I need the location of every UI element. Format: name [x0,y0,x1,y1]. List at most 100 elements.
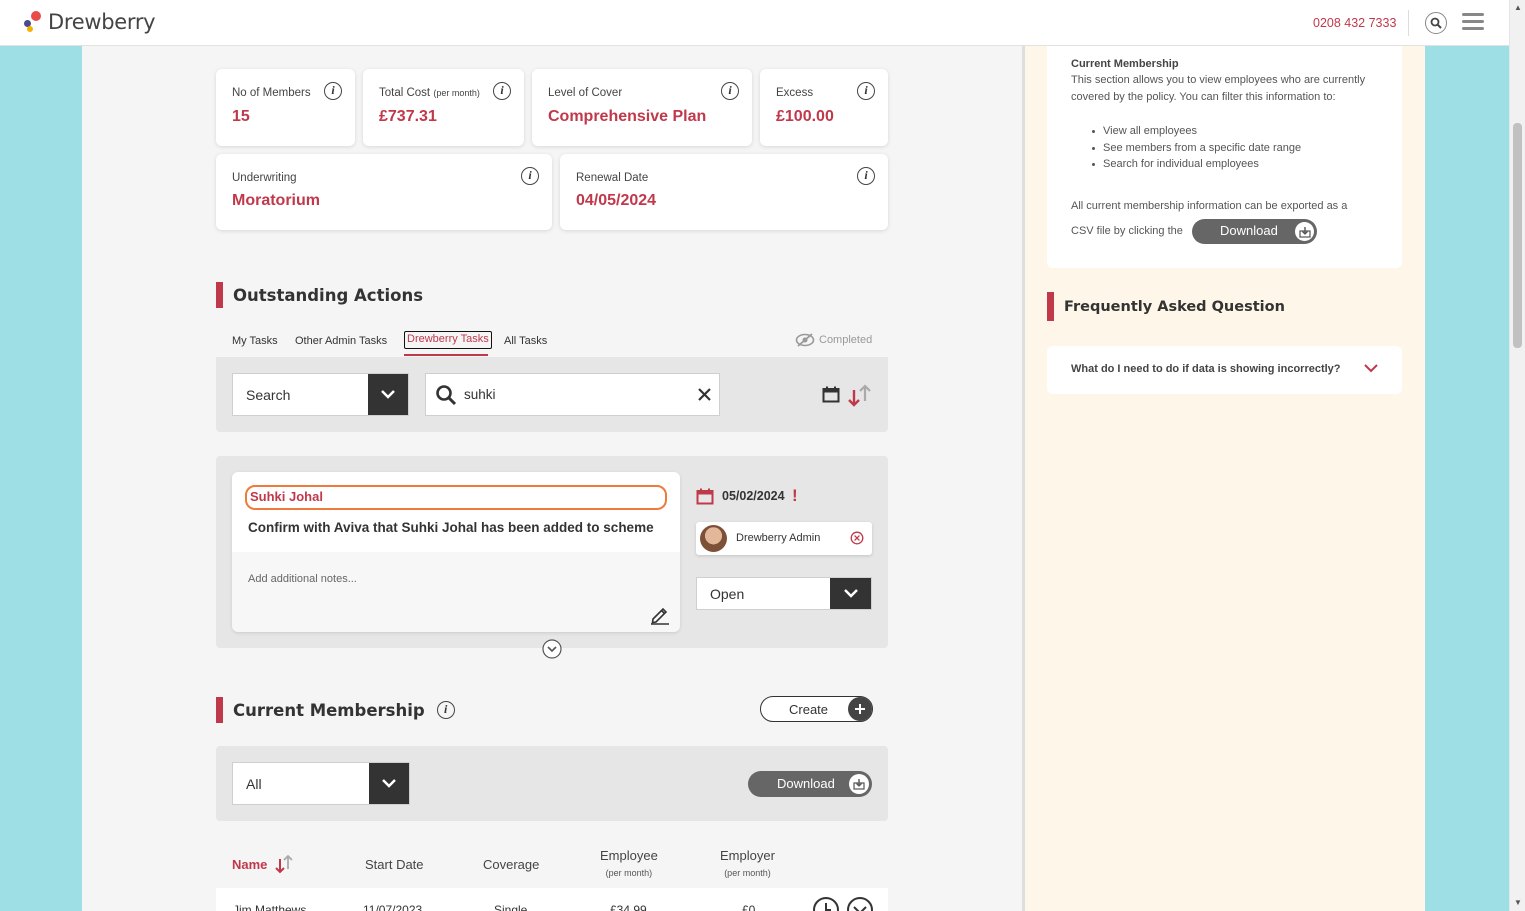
stat-value: £100.00 [776,108,834,125]
stat-value: Moratorium [232,192,320,209]
completed-toggle[interactable]: Completed [795,333,872,347]
edit-pencil-icon[interactable] [650,605,670,625]
tab-all-tasks[interactable]: All Tasks [504,333,547,355]
task-card[interactable]: Suhki Johal Confirm with Aviva that Suhk… [232,472,680,632]
scrollbar-thumb[interactable] [1513,123,1522,348]
info-icon[interactable]: i [324,82,342,100]
stat-value: 04/05/2024 [576,192,657,209]
faq-item[interactable]: What do I need to do if data is showing … [1047,346,1402,394]
member-employee-cost: £34.99 [610,903,647,911]
stat-label: Excess [776,87,814,99]
faq-question: What do I need to do if data is showing … [1071,363,1341,375]
stat-card-underwriting: Underwriting Moratorium i [216,154,552,230]
table-row[interactable] [216,888,888,911]
help-export-text: All current membership information can b… [1071,200,1348,212]
plus-icon [848,697,872,721]
stat-label: No of Members [232,87,311,99]
chevron-down-icon [368,374,408,415]
column-header-start-date[interactable]: Start Date [365,857,424,872]
column-header-employee[interactable]: Employee (per month) [600,848,658,878]
create-member-button[interactable]: Create [760,696,873,722]
tab-my-tasks[interactable]: My Tasks [232,333,278,355]
info-icon[interactable]: i [857,167,875,185]
brand-logo[interactable]: Drewberry [24,10,156,34]
download-label: Download [777,776,835,791]
info-icon[interactable]: i [857,82,875,100]
column-header-coverage[interactable]: Coverage [483,857,539,872]
calendar-icon [696,488,714,505]
scroll-down-icon[interactable]: ▼ [1514,898,1522,907]
task-search-input[interactable]: suhki [425,373,720,416]
sort-direction-icon[interactable] [846,383,872,409]
sort-direction-icon[interactable] [274,854,294,874]
sidebar-download-button[interactable]: Download [1192,219,1317,244]
task-due-date: 05/02/2024 [722,489,785,503]
download-icon [849,774,869,794]
scroll-up-icon[interactable]: ▲ [1514,3,1522,12]
per-month-note: (per month) [724,868,771,878]
brand-name: Drewberry [48,10,156,34]
clear-icon [698,388,711,401]
membership-filter-select[interactable]: All [232,762,410,805]
tab-drewberry-tasks[interactable]: Drewberry Tasks [404,331,492,349]
stat-card-members: No of Members 15 i [216,69,355,146]
stat-label: Underwriting [232,172,297,184]
assignee-name: Drewberry Admin [736,532,821,544]
member-employer-cost: £0 [742,903,756,911]
logo-icon [24,11,46,33]
task-notes-placeholder[interactable]: Add additional notes... [248,573,357,585]
info-icon[interactable]: i [436,701,455,719]
stat-card-renewal: Renewal Date 04/05/2024 i [560,154,888,230]
column-header-name[interactable]: Name [232,857,267,872]
hamburger-menu-icon[interactable] [1462,13,1484,33]
member-name: Jim Matthews [233,903,307,911]
heading-accent-bar [1047,292,1054,321]
overdue-alert-icon: ! [792,486,798,505]
help-intro: This section allows you to view employee… [1071,74,1366,103]
info-icon[interactable]: i [521,167,539,185]
heading-accent-bar [216,697,223,723]
task-assignee[interactable]: Drewberry Admin [696,522,872,555]
phone-number[interactable]: 0208 432 7333 [1313,16,1396,30]
top-header: Drewberry 0208 432 7333 [0,0,1509,46]
heading-accent-bar [216,282,223,308]
tab-other-admin-tasks[interactable]: Other Admin Tasks [295,333,387,355]
select-value: Open [710,586,745,602]
task-card-header [232,472,680,552]
chevron-down-icon [830,578,871,609]
select-value: All [246,776,262,792]
stat-value: 15 [232,108,250,125]
expand-row-icon[interactable] [846,896,874,911]
column-header-employer[interactable]: Employer (per month) [720,848,775,878]
faq-heading: Frequently Asked Question [1047,292,1285,321]
info-icon[interactable]: i [721,82,739,100]
outstanding-actions-heading: Outstanding Actions [216,282,423,308]
stat-label: Level of Cover [548,87,623,99]
stat-label: Total Cost (per month) [379,87,480,99]
search-field-select[interactable]: Search [232,373,409,416]
member-coverage: Single [494,903,528,911]
help-export-text-2: CSV file by clicking the [1071,225,1183,237]
download-button[interactable]: Download [748,771,872,797]
task-member-name[interactable]: Suhki Johal [245,485,667,510]
list-item: View all employees [1092,123,1301,140]
avatar [700,525,727,552]
member-start-date: 11/07/2023 [363,903,423,911]
section-title: Outstanding Actions [233,285,424,305]
list-item: See members from a specific date range [1092,140,1301,157]
info-icon[interactable]: i [493,82,511,100]
chevron-down-icon [1364,364,1378,373]
help-bullet-list: View all employees See members from a sp… [1092,123,1301,173]
section-title: Current Membership [233,700,425,720]
calendar-sort-icon[interactable] [822,386,840,403]
stat-label-small: (per month) [433,88,480,98]
page-scrollbar[interactable]: ▲ ▼ [1509,0,1525,911]
stat-card-cover: Level of Cover Comprehensive Plan i [532,69,752,146]
active-tab-underline [404,354,488,356]
search-icon[interactable] [1425,12,1447,34]
remove-assignee-icon[interactable] [850,531,864,545]
task-status-select[interactable]: Open [696,577,872,610]
expand-chevron-icon[interactable] [542,639,562,659]
history-clock-icon[interactable] [812,896,840,911]
chevron-down-icon [369,763,409,804]
